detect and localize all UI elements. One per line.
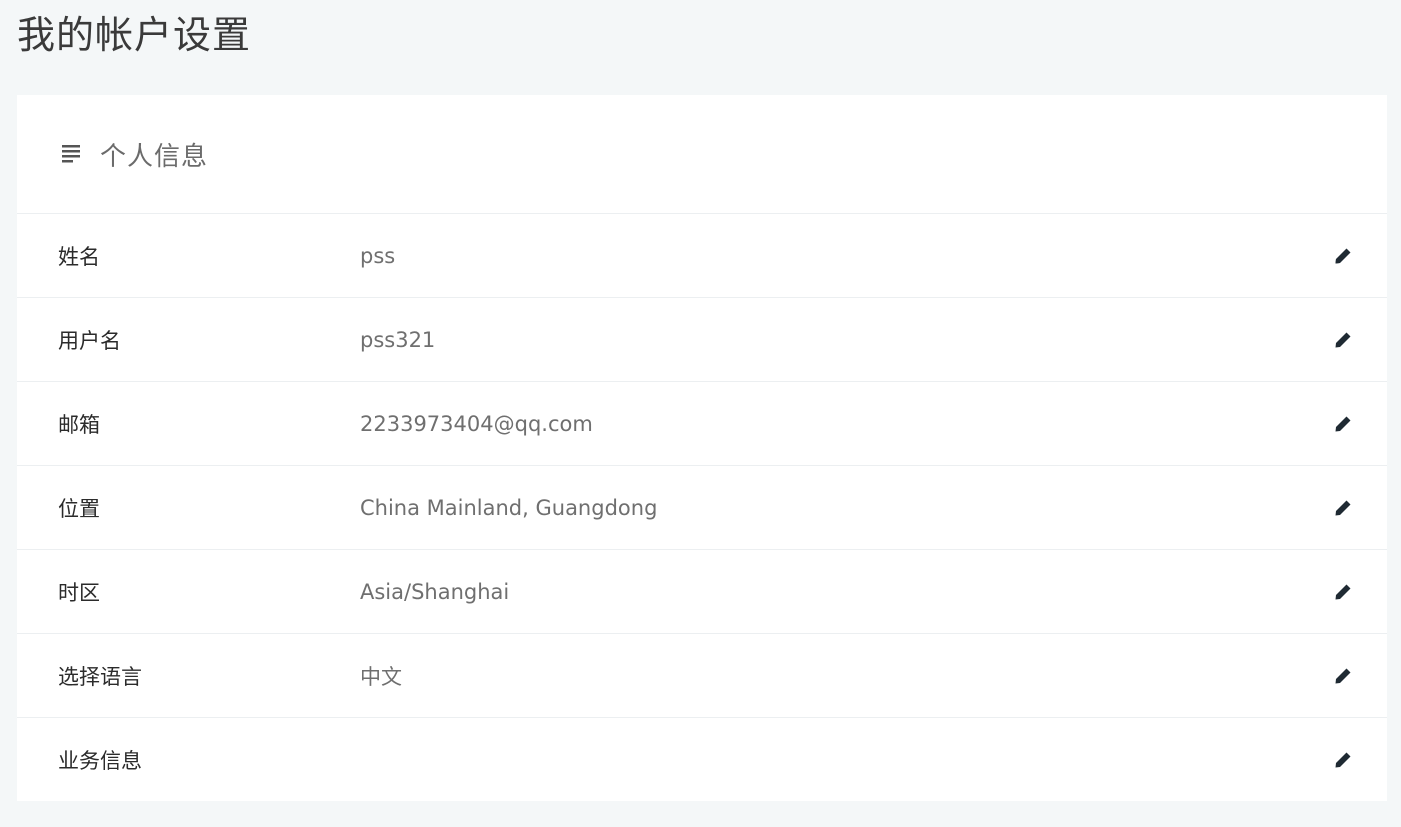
row-username: 用户名 pss321 bbox=[17, 298, 1387, 382]
edit-timezone-button[interactable] bbox=[1332, 581, 1354, 603]
row-value: pss321 bbox=[360, 327, 436, 352]
row-label: 邮箱 bbox=[58, 412, 100, 437]
row-email: 邮箱 2233973404@qq.com bbox=[17, 382, 1387, 466]
row-label: 选择语言 bbox=[58, 664, 142, 689]
row-language: 选择语言 中文 bbox=[17, 634, 1387, 718]
row-value: China Mainland, Guangdong bbox=[360, 495, 658, 520]
row-value: 中文 bbox=[360, 664, 402, 689]
pencil-icon bbox=[1335, 752, 1351, 768]
row-label: 位置 bbox=[58, 496, 100, 521]
pencil-icon bbox=[1335, 332, 1351, 347]
row-label: 用户名 bbox=[58, 328, 121, 353]
edit-name-button[interactable] bbox=[1332, 245, 1354, 267]
card-title: 个人信息 bbox=[100, 141, 209, 172]
row-location: 位置 China Mainland, Guangdong bbox=[17, 466, 1387, 550]
card-header: 个人信息 bbox=[17, 95, 1387, 214]
pencil-icon bbox=[1335, 500, 1351, 515]
row-value: pss bbox=[360, 243, 396, 268]
edit-email-button[interactable] bbox=[1332, 413, 1354, 435]
pencil-icon bbox=[1335, 668, 1351, 683]
edit-username-button[interactable] bbox=[1332, 329, 1354, 351]
list-icon bbox=[62, 144, 80, 164]
edit-location-button[interactable] bbox=[1332, 497, 1354, 519]
row-value: Asia/Shanghai bbox=[360, 579, 510, 604]
edit-language-button[interactable] bbox=[1332, 665, 1354, 687]
row-label: 时区 bbox=[58, 580, 100, 605]
pencil-icon bbox=[1335, 248, 1351, 263]
edit-business-info-button[interactable] bbox=[1332, 749, 1354, 771]
row-business-info: 业务信息 bbox=[17, 718, 1387, 802]
pencil-icon bbox=[1335, 584, 1351, 599]
row-label: 姓名 bbox=[58, 244, 100, 269]
row-timezone: 时区 Asia/Shanghai bbox=[17, 550, 1387, 634]
page-title: 我的帐户设置 bbox=[17, 13, 252, 57]
row-name: 姓名 pss bbox=[17, 214, 1387, 298]
personal-info-card: 个人信息 姓名 pss 用户名 pss321 邮箱 2233973404@qq.… bbox=[17, 95, 1387, 801]
row-label: 业务信息 bbox=[58, 749, 142, 773]
pencil-icon bbox=[1335, 416, 1351, 431]
row-value: 2233973404@qq.com bbox=[360, 411, 593, 436]
